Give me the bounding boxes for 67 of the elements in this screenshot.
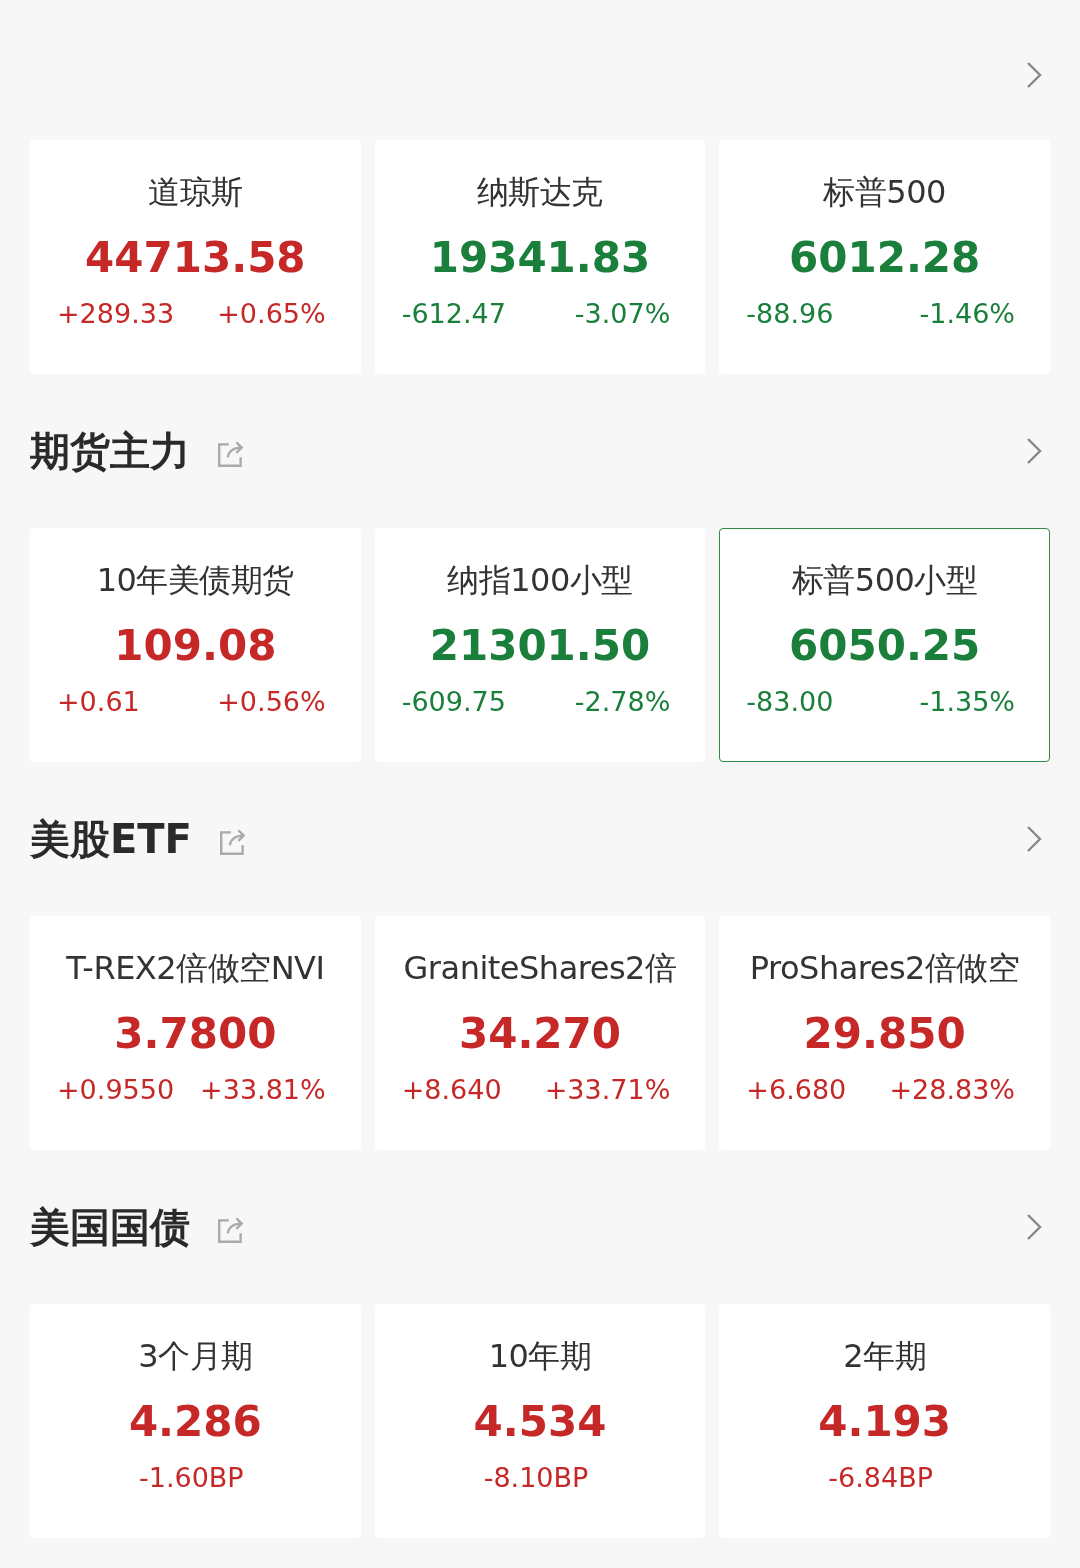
- quote-change: -612.47: [401, 298, 506, 329]
- share-icon[interactable]: [217, 827, 248, 857]
- quote-change: +33.81%: [200, 1074, 326, 1105]
- quote-price: 44713.58: [85, 233, 306, 282]
- quote-price: 3.7800: [114, 1009, 277, 1058]
- quote-name: ProShares2倍做空: [749, 948, 1020, 989]
- quote-name: 3个月期: [138, 1336, 253, 1377]
- quote-name: GraniteShares2倍: [403, 948, 677, 989]
- quote-price: 19341.83: [429, 233, 651, 282]
- quote-change: -3.07%: [574, 298, 671, 329]
- quote-change: -1.60BP: [139, 1462, 244, 1493]
- quote-name: 纳指100小型: [447, 560, 633, 601]
- quote-card[interactable]: 纳指100小型 21301.50 -609.75 -2.78%: [374, 528, 706, 762]
- quote-card[interactable]: 纳斯达克 19341.83 -612.47 -3.07%: [374, 140, 706, 374]
- quote-name: 纳斯达克: [477, 172, 603, 213]
- quote-change: +33.71%: [544, 1074, 671, 1105]
- quote-change: +289.33: [57, 298, 175, 329]
- quote-change: -1.46%: [919, 298, 1015, 329]
- section-title: 美股ETF: [30, 814, 192, 864]
- quote-name: T-REX2倍做空NVI: [66, 948, 325, 989]
- quote-change: +0.65%: [217, 298, 326, 329]
- quote-price: 4.286: [128, 1397, 262, 1446]
- section-title: 期货主力: [30, 426, 190, 476]
- quote-name: 10年美债期货: [96, 560, 294, 601]
- quote-change: +0.9550: [57, 1074, 175, 1105]
- quote-card[interactable]: GraniteShares2倍 34.270 +8.640 +33.71%: [374, 916, 706, 1150]
- quote-change: -1.35%: [919, 686, 1015, 717]
- quote-change: +6.680: [746, 1074, 847, 1105]
- quote-card[interactable]: 标普500小型 6050.25 -83.00 -1.35%: [719, 528, 1050, 762]
- quote-price: 34.270: [458, 1009, 622, 1058]
- quote-name: 10年期: [488, 1336, 592, 1377]
- quote-change: -2.78%: [574, 686, 671, 717]
- quote-price: 6050.25: [789, 621, 981, 670]
- quote-price: 29.850: [803, 1009, 966, 1058]
- quote-card[interactable]: 10年期 4.534 -8.10BP: [374, 1304, 706, 1538]
- quote-change: -83.00: [746, 686, 834, 717]
- quote-card[interactable]: 10年美债期货 109.08 +0.61 +0.56%: [30, 528, 361, 762]
- quote-card[interactable]: 标普500 6012.28 -88.96 -1.46%: [719, 140, 1050, 374]
- quote-change: +8.640: [401, 1074, 502, 1105]
- quote-price: 6012.28: [789, 233, 981, 282]
- quote-name: 2年期: [843, 1336, 927, 1377]
- quote-card[interactable]: 3个月期 4.286 -1.60BP: [30, 1304, 361, 1538]
- quote-change: +0.61: [57, 686, 140, 717]
- quote-card[interactable]: 道琼斯 44713.58 +289.33 +0.65%: [30, 140, 361, 374]
- chevron-right-icon[interactable]: [1026, 61, 1042, 89]
- quote-price: 21301.50: [429, 621, 651, 670]
- quote-name: 道琼斯: [148, 172, 243, 213]
- quote-change: -609.75: [401, 686, 506, 717]
- quote-name: 标普500小型: [791, 560, 978, 601]
- quote-card[interactable]: T-REX2倍做空NVI 3.7800 +0.9550 +33.81%: [30, 916, 361, 1150]
- quote-change: +28.83%: [889, 1074, 1015, 1105]
- quote-change: -8.10BP: [483, 1462, 589, 1493]
- quote-change: +0.56%: [217, 686, 326, 717]
- chevron-right-icon[interactable]: [1026, 1213, 1042, 1241]
- section-title: 美国国债: [30, 1202, 190, 1252]
- quote-card[interactable]: 2年期 4.193 -6.84BP: [719, 1304, 1050, 1538]
- chevron-right-icon[interactable]: [1026, 825, 1042, 853]
- quote-price: 4.534: [473, 1397, 607, 1446]
- quote-price: 4.193: [818, 1397, 952, 1446]
- quote-change: -6.84BP: [828, 1462, 933, 1493]
- quote-card[interactable]: ProShares2倍做空 29.850 +6.680 +28.83%: [719, 916, 1050, 1150]
- quote-change: -88.96: [746, 298, 834, 329]
- quote-name: 标普500: [823, 172, 946, 213]
- share-icon[interactable]: [216, 439, 246, 469]
- share-icon[interactable]: [216, 1215, 246, 1245]
- quote-price: 109.08: [114, 621, 277, 670]
- chevron-right-icon[interactable]: [1026, 437, 1042, 465]
